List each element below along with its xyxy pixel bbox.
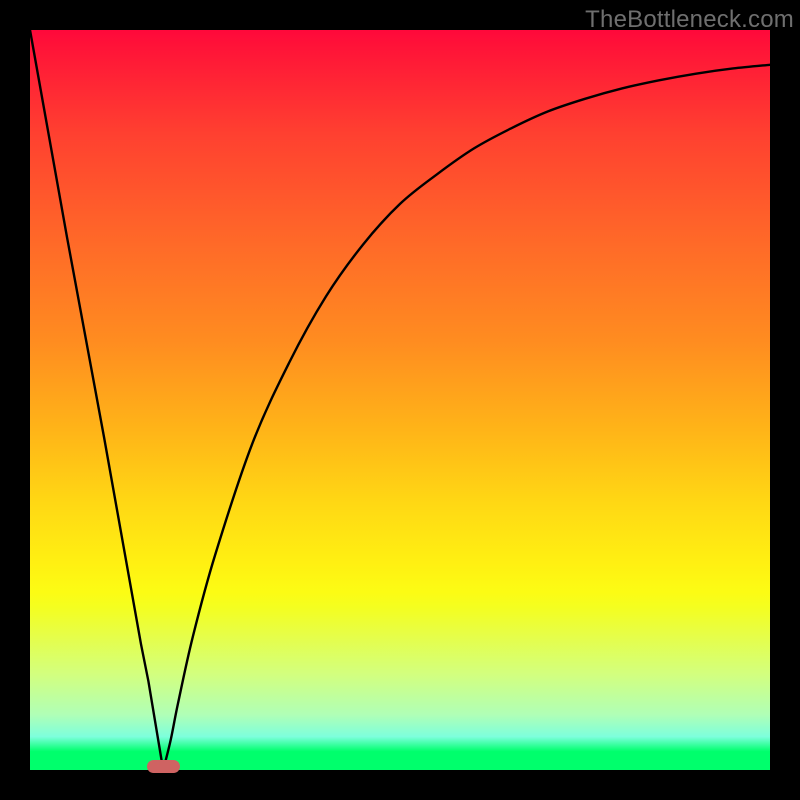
bottleneck-curve (30, 30, 770, 770)
watermark-text: TheBottleneck.com (585, 6, 794, 34)
optimum-marker (147, 760, 180, 773)
plot-area (30, 30, 770, 770)
curve-path (30, 30, 770, 770)
chart-frame: TheBottleneck.com (0, 0, 800, 800)
